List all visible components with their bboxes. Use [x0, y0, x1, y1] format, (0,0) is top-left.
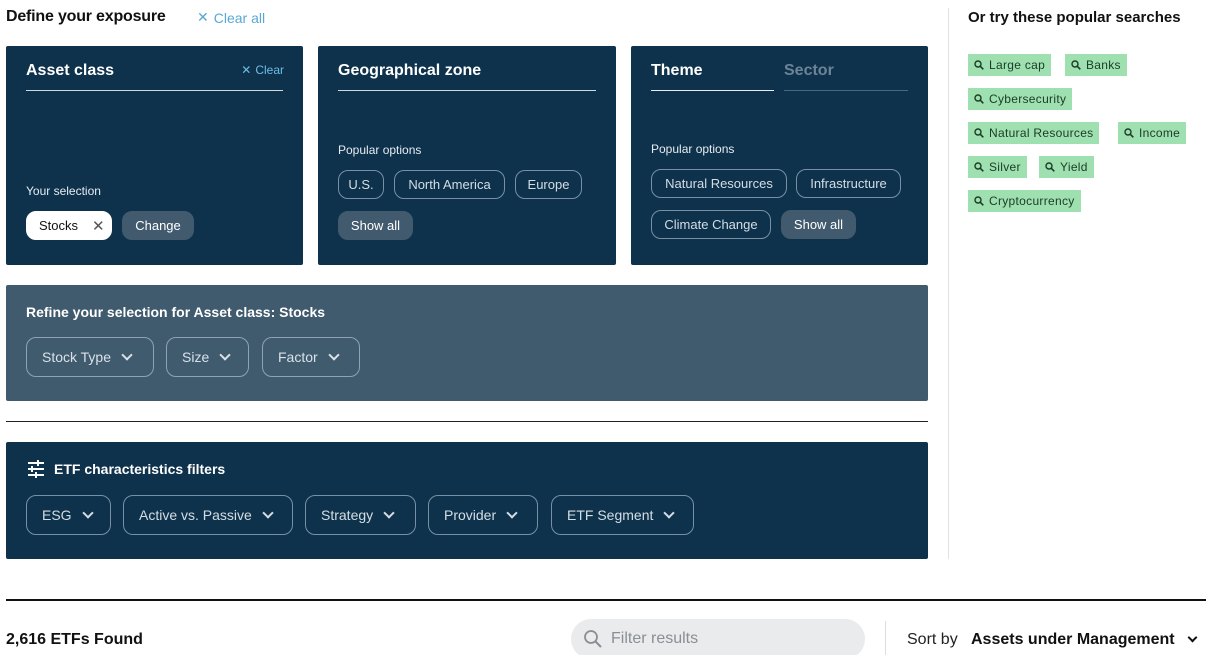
selected-chip-label: Stocks [39, 218, 79, 233]
results-count: 2,616 ETFs Found [6, 631, 143, 648]
popular-tag-large-cap[interactable]: Large cap [968, 54, 1052, 76]
popular-tag-income[interactable]: Income [1118, 122, 1187, 144]
theme-tab-underline [651, 90, 774, 91]
search-icon [974, 196, 984, 206]
chevron-down-icon [328, 348, 340, 361]
chevron-down-icon [219, 348, 231, 361]
popular-searches-title: Or try these popular searches [968, 9, 1181, 26]
geo-option-north-america[interactable]: North America [394, 170, 505, 199]
popular-tag-yield[interactable]: Yield [1039, 156, 1094, 178]
remove-icon[interactable]: ✕ [92, 217, 105, 235]
search-icon [974, 162, 984, 172]
chevron-down-icon [663, 506, 676, 519]
page-title: Define your exposure [6, 8, 166, 25]
refine-panel: Refine your selection for Asset class: S… [6, 285, 928, 401]
search-icon [1124, 128, 1134, 138]
asset-class-underline [26, 90, 283, 91]
chevron-down-icon [1187, 632, 1198, 643]
section-divider [6, 421, 928, 422]
results-divider [6, 599, 1206, 601]
active-passive-label: Active vs. Passive [139, 507, 252, 523]
strategy-dropdown[interactable]: Strategy [305, 495, 416, 535]
factor-dropdown[interactable]: Factor [262, 337, 360, 377]
etf-filters-panel: ETF characteristics filters ESG Active v… [6, 442, 928, 559]
sort-value: Assets under Management [971, 631, 1175, 648]
search-icon [974, 60, 984, 70]
sector-tab-underline [784, 90, 908, 91]
asset-class-card: Asset class ✕ Clear Your selection Stock… [6, 46, 303, 265]
geo-show-all-button[interactable]: Show all [338, 211, 413, 240]
popular-tag-cryptocurrency[interactable]: Cryptocurrency [968, 190, 1081, 212]
stock-type-dropdown[interactable]: Stock Type [26, 337, 154, 377]
geo-zone-underline [338, 90, 596, 91]
etf-filters-title: ETF characteristics filters [54, 461, 226, 477]
theme-popular-label: Popular options [651, 142, 735, 156]
sort-divider [885, 621, 886, 655]
close-icon: ✕ [197, 9, 209, 25]
filter-results-box[interactable] [571, 619, 865, 655]
popular-tag-silver[interactable]: Silver [968, 156, 1027, 178]
asset-class-clear-button[interactable]: ✕ Clear [241, 63, 284, 77]
refine-title: Refine your selection for Asset class: S… [26, 304, 326, 320]
search-icon [974, 128, 984, 138]
popular-tag-label: Banks [1086, 58, 1121, 72]
geo-option-us[interactable]: U.S. [338, 170, 384, 199]
etf-segment-label: ETF Segment [567, 507, 654, 523]
search-icon [584, 630, 602, 648]
popular-tag-label: Large cap [989, 58, 1046, 72]
geo-option-europe[interactable]: Europe [515, 170, 582, 199]
filter-results-input[interactable] [611, 630, 851, 648]
chevron-down-icon [121, 348, 133, 361]
provider-dropdown[interactable]: Provider [428, 495, 538, 535]
clear-all-label: Clear all [213, 9, 266, 26]
tab-sector[interactable]: Sector [784, 62, 834, 80]
popular-tag-label: Yield [1060, 160, 1088, 174]
vertical-divider [948, 8, 949, 559]
theme-option-natural-resources[interactable]: Natural Resources [651, 169, 787, 198]
geo-popular-label: Popular options [338, 143, 422, 157]
asset-class-title: Asset class [26, 62, 115, 79]
esg-label: ESG [42, 507, 72, 523]
popular-tag-label: Silver [989, 160, 1021, 174]
theme-option-infrastructure[interactable]: Infrastructure [796, 169, 901, 198]
provider-label: Provider [444, 507, 497, 523]
popular-tag-label: Cryptocurrency [989, 194, 1075, 208]
asset-class-clear-label: Clear [255, 63, 284, 77]
search-icon [1071, 60, 1081, 70]
theme-card: Theme Sector Popular options Natural Res… [631, 46, 928, 265]
popular-tag-label: Cybersecurity [989, 92, 1067, 106]
search-icon [974, 94, 984, 104]
geo-zone-title: Geographical zone [338, 62, 482, 79]
popular-tag-label: Natural Resources [989, 126, 1094, 140]
chevron-down-icon [383, 506, 395, 519]
popular-tag-natural-resources[interactable]: Natural Resources [968, 122, 1100, 144]
sliders-icon [28, 460, 44, 478]
sort-by-label: Sort by [907, 631, 958, 648]
clear-all-button[interactable]: ✕ Clear all [197, 9, 265, 26]
chevron-down-icon [81, 506, 94, 519]
chevron-down-icon [262, 506, 274, 519]
theme-option-climate-change[interactable]: Climate Change [651, 210, 771, 239]
tab-theme[interactable]: Theme [651, 62, 703, 80]
chevron-down-icon [506, 506, 518, 519]
popular-tag-label: Income [1139, 126, 1181, 140]
factor-label: Factor [278, 349, 318, 365]
change-button[interactable]: Change [122, 211, 194, 240]
your-selection-label: Your selection [26, 184, 101, 198]
theme-show-all-button[interactable]: Show all [781, 210, 856, 239]
popular-tag-banks[interactable]: Banks [1065, 54, 1127, 76]
size-label: Size [182, 349, 210, 365]
geo-zone-card: Geographical zone Popular options U.S. N… [318, 46, 616, 265]
selected-chip-stocks[interactable]: Stocks ✕ [26, 211, 112, 240]
size-dropdown[interactable]: Size [166, 337, 249, 377]
popular-tag-cybersecurity[interactable]: Cybersecurity [968, 88, 1073, 110]
etf-segment-dropdown[interactable]: ETF Segment [551, 495, 694, 535]
strategy-label: Strategy [321, 507, 374, 523]
close-icon: ✕ [241, 63, 252, 77]
sort-dropdown[interactable]: Assets under Management [971, 631, 1198, 649]
stock-type-label: Stock Type [42, 349, 112, 365]
active-passive-dropdown[interactable]: Active vs. Passive [123, 495, 293, 535]
esg-dropdown[interactable]: ESG [26, 495, 111, 535]
search-icon [1045, 162, 1055, 172]
